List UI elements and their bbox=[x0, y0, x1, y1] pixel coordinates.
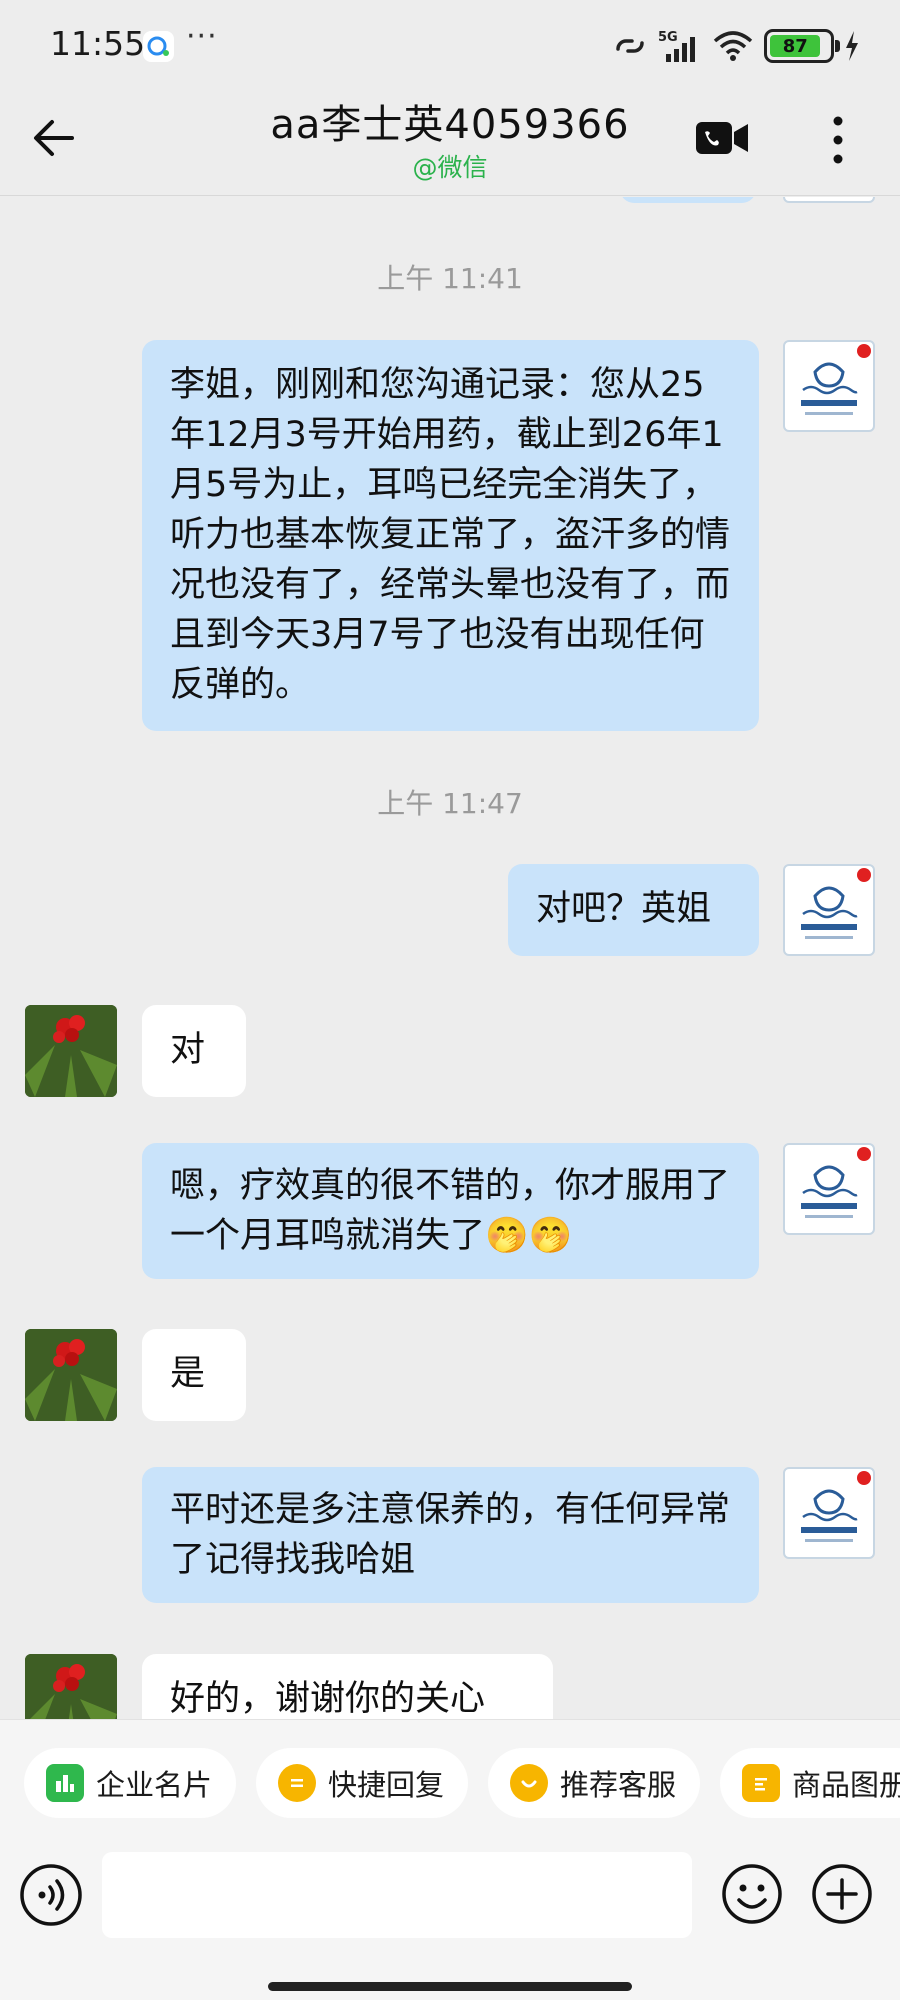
cellular-signal-icon: 5G bbox=[658, 30, 695, 62]
more-functions-button[interactable] bbox=[810, 1862, 874, 1926]
sender-avatar[interactable] bbox=[783, 864, 875, 956]
product-catalog-icon bbox=[742, 1764, 781, 1802]
battery-level: 87 bbox=[770, 35, 821, 57]
charging-icon bbox=[846, 31, 858, 61]
bottom-toolbar: 企业名片 快捷回复 推荐客服 商品图册 bbox=[0, 1719, 900, 2000]
message-bubble-sent[interactable]: 嗯，疗效真的很不错的，你才服用了一个月耳鸣就消失了🤭🤭 bbox=[142, 1143, 759, 1279]
message-bubble-sent[interactable]: 李姐，刚刚和您沟通记录：您从25年12月3号开始用药，截止到26年1月5号为止，… bbox=[142, 340, 759, 731]
contact-avatar[interactable] bbox=[25, 1329, 117, 1421]
message-bubble-sent[interactable]: 对吧？英姐 bbox=[508, 864, 759, 956]
contact-avatar[interactable] bbox=[25, 1005, 117, 1097]
chat-source-label: @微信 bbox=[412, 153, 488, 182]
chip-label: 快捷回复 bbox=[328, 1768, 445, 1802]
flower-photo-icon bbox=[25, 1329, 117, 1421]
chat-title: aa李士英4059366 bbox=[270, 102, 630, 148]
timestamp: 上午 11:47 bbox=[377, 787, 523, 820]
input-row bbox=[0, 1852, 900, 1940]
message-bubble-received[interactable]: 对 bbox=[142, 1005, 246, 1097]
chip-label: 商品图册 bbox=[792, 1768, 900, 1802]
chip-recommend-service[interactable]: 推荐客服 bbox=[488, 1748, 701, 1818]
chip-label: 企业名片 bbox=[96, 1768, 213, 1802]
chip-label: 推荐客服 bbox=[560, 1768, 677, 1802]
chat-header: aa李士英4059366 @微信 bbox=[0, 92, 900, 196]
message-bubble-sent[interactable]: 平时还是多注意保养的，有任何异常了记得找我哈姐 bbox=[142, 1467, 759, 1603]
status-more-icon: ··· bbox=[186, 19, 218, 54]
recommend-service-icon bbox=[510, 1764, 549, 1802]
timestamp: 上午 11:41 bbox=[377, 262, 523, 295]
sender-avatar[interactable] bbox=[783, 340, 875, 432]
link-icon bbox=[616, 39, 644, 53]
sender-avatar[interactable] bbox=[783, 1467, 875, 1559]
status-bar: 11:55 ··· 5G 87 bbox=[0, 0, 900, 92]
flower-photo-icon bbox=[25, 1005, 117, 1097]
message-bubble-partial bbox=[620, 197, 756, 203]
status-indicators: 5G 87 bbox=[612, 24, 860, 68]
flower-photo-icon bbox=[25, 1654, 117, 1719]
battery-icon: 87 bbox=[764, 29, 840, 63]
app-notification-icon bbox=[143, 31, 174, 62]
message-input[interactable] bbox=[102, 1852, 692, 1938]
chat-scroll-area[interactable]: 上午 11:41 李姐，刚刚和您沟通记录：您从25年12月3号开始用药，截止到2… bbox=[0, 197, 900, 1719]
wifi-icon bbox=[713, 31, 753, 61]
business-card-icon bbox=[46, 1764, 84, 1802]
emoji-button[interactable] bbox=[720, 1862, 784, 1926]
voice-input-button[interactable] bbox=[18, 1862, 84, 1928]
quick-reply-icon bbox=[278, 1764, 317, 1802]
more-options-button[interactable] bbox=[820, 112, 856, 168]
home-indicator[interactable] bbox=[268, 1982, 632, 1991]
chip-business-card[interactable]: 企业名片 bbox=[24, 1748, 237, 1818]
sender-avatar bbox=[783, 197, 875, 203]
video-call-button[interactable] bbox=[694, 118, 750, 158]
message-bubble-received[interactable]: 是 bbox=[142, 1329, 246, 1421]
network-type: 5G bbox=[658, 30, 678, 45]
contact-avatar[interactable] bbox=[25, 1654, 117, 1719]
sender-avatar[interactable] bbox=[783, 1143, 875, 1235]
status-time: 11:55 bbox=[50, 24, 146, 63]
message-bubble-received[interactable]: 好的，谢谢你的关心 bbox=[142, 1654, 553, 1719]
quick-actions: 企业名片 快捷回复 推荐客服 商品图册 bbox=[24, 1748, 900, 1818]
chip-quick-reply[interactable]: 快捷回复 bbox=[256, 1748, 469, 1818]
chip-product-catalog[interactable]: 商品图册 bbox=[720, 1748, 900, 1818]
